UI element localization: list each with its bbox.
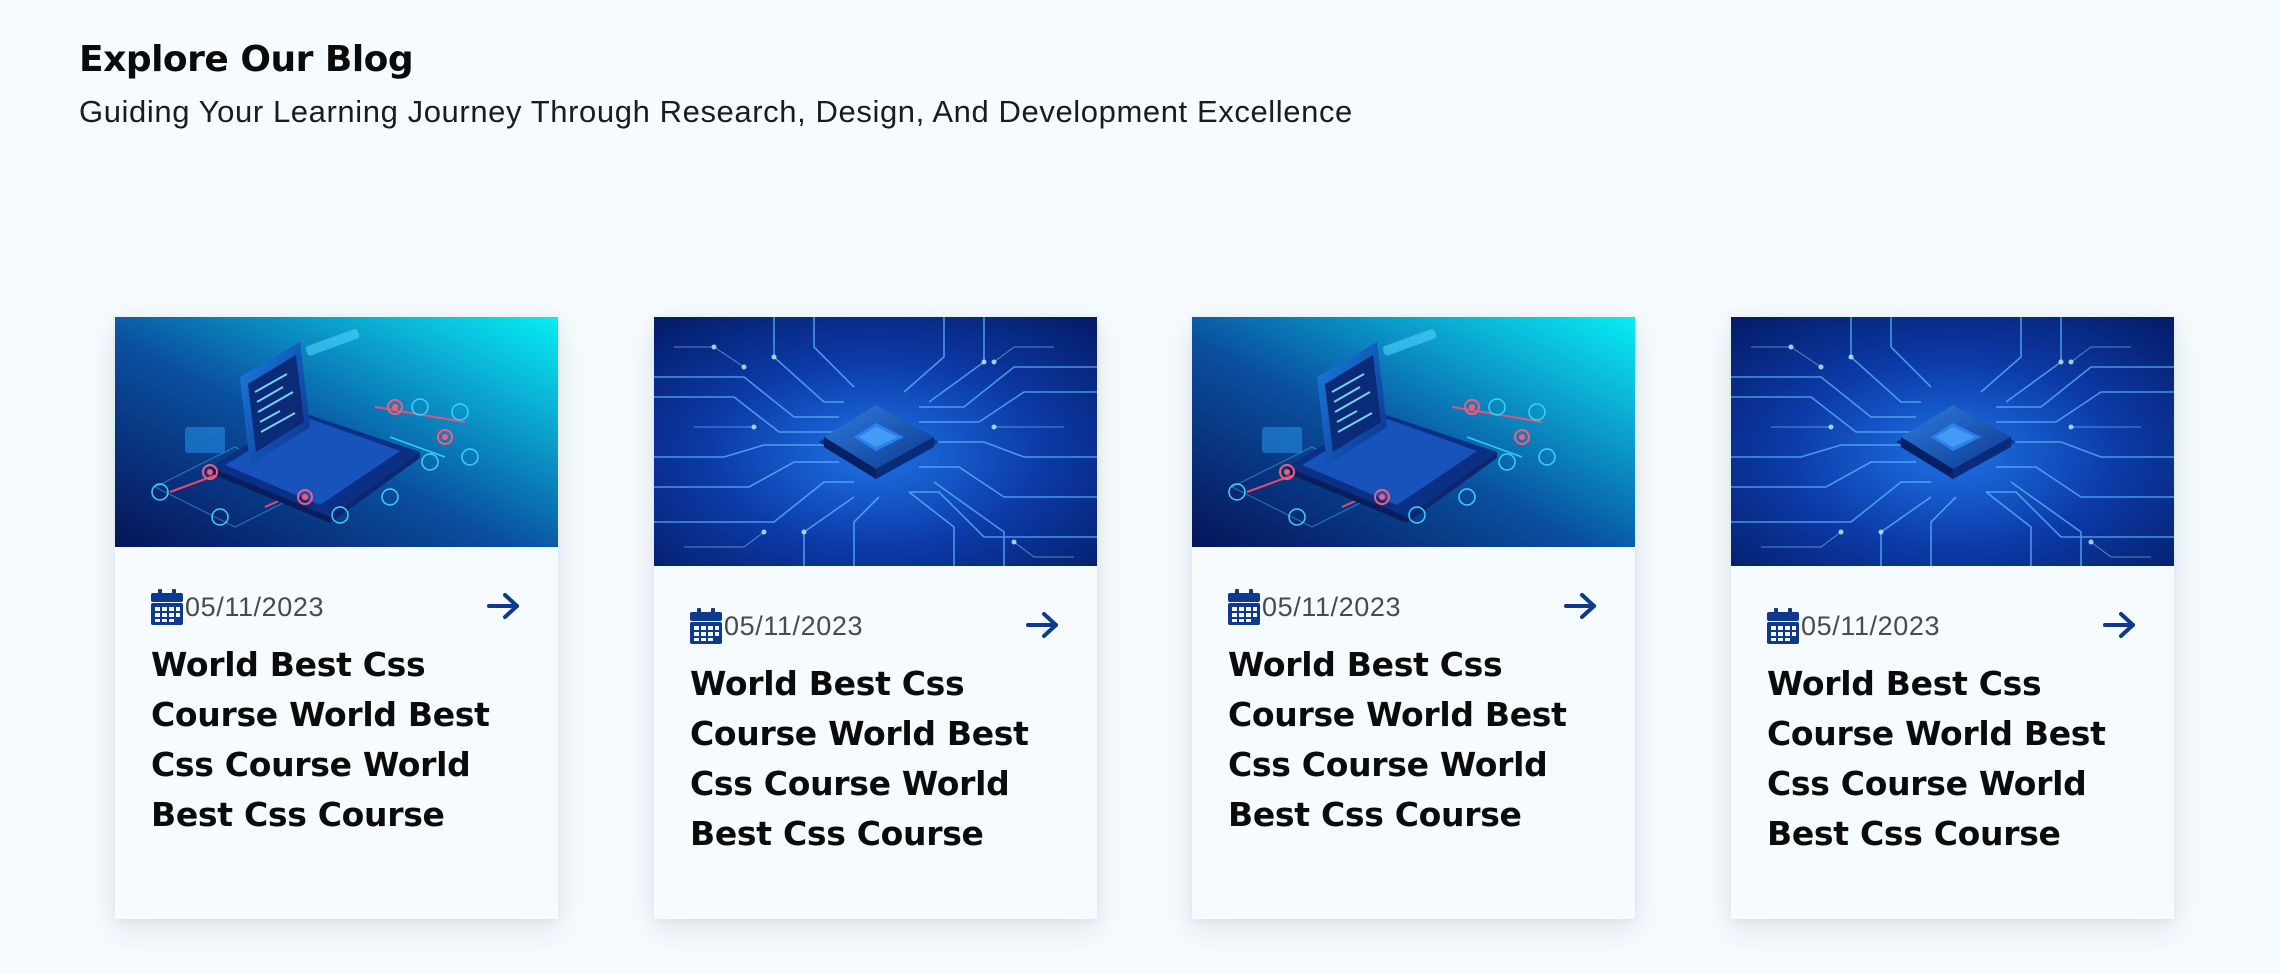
post-title[interactable]: World Best Css Course World Best Css Cou… (690, 659, 1030, 859)
blog-card-grid: 05/11/2023 World Best Css Course World B… (0, 317, 2280, 919)
calendar-icon (1767, 608, 1799, 644)
laptop-illustration (115, 317, 558, 547)
post-meta: 05/11/2023 (151, 588, 522, 626)
calendar-icon (690, 608, 722, 644)
post-title[interactable]: World Best Css Course World Best Css Cou… (151, 640, 491, 840)
arrow-right-icon (1564, 593, 1596, 619)
blog-card[interactable]: 05/11/2023 World Best Css Course World B… (1731, 317, 2174, 919)
read-more-button[interactable] (486, 590, 522, 622)
post-date: 05/11/2023 (1262, 591, 1402, 622)
blog-card[interactable]: 05/11/2023 World Best Css Course World B… (1192, 317, 1635, 919)
read-more-button[interactable] (2102, 609, 2138, 641)
blog-card[interactable]: 05/11/2023 World Best Css Course World B… (654, 317, 1097, 919)
arrow-right-icon (1026, 612, 1058, 638)
arrow-right-icon (2103, 612, 2135, 638)
post-date: 05/11/2023 (724, 610, 864, 641)
section-title: Explore Our Blog (79, 39, 414, 80)
post-meta: 05/11/2023 (690, 607, 1061, 645)
read-more-button[interactable] (1025, 609, 1061, 641)
circuit-chip-illustration (654, 317, 1097, 566)
post-title[interactable]: World Best Css Course World Best Css Cou… (1228, 640, 1568, 840)
section-subtitle: Guiding Your Learning Journey Through Re… (79, 94, 1353, 129)
post-title[interactable]: World Best Css Course World Best Css Cou… (1767, 659, 2107, 859)
calendar-icon (1228, 589, 1260, 625)
blog-card[interactable]: 05/11/2023 World Best Css Course World B… (115, 317, 558, 919)
post-date: 05/11/2023 (185, 591, 325, 622)
laptop-illustration (1192, 317, 1635, 547)
circuit-chip-illustration (1731, 317, 2174, 566)
post-meta: 05/11/2023 (1767, 607, 2138, 645)
post-meta: 05/11/2023 (1228, 588, 1599, 626)
arrow-right-icon (487, 593, 519, 619)
calendar-icon (151, 589, 183, 625)
read-more-button[interactable] (1563, 590, 1599, 622)
post-date: 05/11/2023 (1801, 610, 1941, 641)
blog-section-header: Explore Our Blog Guiding Your Learning J… (79, 38, 1353, 132)
